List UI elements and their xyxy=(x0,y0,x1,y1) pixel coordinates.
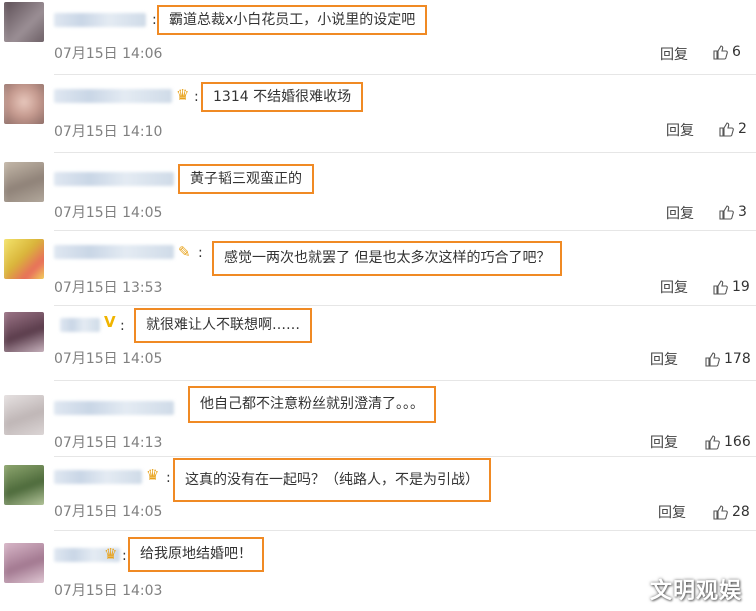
avatar[interactable] xyxy=(4,312,44,352)
reply-button[interactable]: 回复 xyxy=(660,277,688,297)
colon-separator: : xyxy=(120,318,125,334)
avatar[interactable] xyxy=(4,543,44,583)
thumbs-up-icon xyxy=(705,352,720,367)
comment-text: 就很难让人不联想啊…… xyxy=(134,308,312,343)
comment-text: 这真的没有在一起吗？（纯路人，不是为引战） xyxy=(173,458,491,502)
username-blurred[interactable] xyxy=(54,245,174,259)
avatar[interactable] xyxy=(4,395,44,435)
crown-badge-icon: ♛ xyxy=(104,545,118,563)
colon-separator: : xyxy=(194,89,199,105)
colon-separator: : xyxy=(166,470,171,486)
like-button[interactable]: 3 xyxy=(718,204,747,220)
username-blurred[interactable] xyxy=(54,470,142,484)
comment-text: 黄子韬三观蛮正的 xyxy=(178,164,314,194)
comment-timestamp: 07月15日 14:06 xyxy=(54,46,163,62)
comment-text: 他自己都不注意粉丝就别澄清了。。。 xyxy=(188,386,436,423)
username-blurred[interactable] xyxy=(54,13,146,27)
reply-button[interactable]: 回复 xyxy=(650,432,678,452)
thumbs-up-icon xyxy=(713,45,728,60)
username-blurred[interactable] xyxy=(54,401,174,415)
divider xyxy=(54,305,756,306)
like-count: 178 xyxy=(724,351,751,367)
divider xyxy=(54,456,756,457)
comment-text: 感觉一两次也就罢了 但是也太多次这样的巧合了吧？ xyxy=(212,241,563,276)
thumbs-up-icon xyxy=(719,205,734,220)
divider xyxy=(54,380,756,381)
thumbs-up-icon xyxy=(705,435,720,450)
divider xyxy=(54,152,756,153)
divider xyxy=(54,74,756,75)
like-button[interactable]: 2 xyxy=(718,121,747,137)
like-count: 2 xyxy=(738,121,747,137)
comment-text: 1314 不结婚很难收场 xyxy=(201,82,364,112)
like-button[interactable]: 19 xyxy=(712,279,750,295)
like-count: 19 xyxy=(732,279,750,295)
thumbs-up-icon xyxy=(713,505,728,520)
reply-button[interactable]: 回复 xyxy=(658,502,686,522)
comment-timestamp: 07月15日 14:05 xyxy=(54,504,163,520)
thumbs-up-icon xyxy=(719,122,734,137)
reply-button[interactable]: 回复 xyxy=(660,44,688,64)
verified-v-icon: V xyxy=(104,313,116,331)
username-blurred[interactable] xyxy=(54,89,172,103)
like-count: 3 xyxy=(738,204,747,220)
avatar[interactable] xyxy=(4,239,44,279)
comment-timestamp: 07月15日 14:05 xyxy=(54,351,163,367)
colon-separator: : xyxy=(152,12,157,28)
comment-timestamp: 07月15日 14:13 xyxy=(54,435,163,451)
comment-timestamp: 07月15日 14:05 xyxy=(54,205,163,221)
like-button[interactable]: 28 xyxy=(712,504,750,520)
like-button[interactable]: 178 xyxy=(704,351,751,367)
reply-button[interactable]: 回复 xyxy=(666,120,694,140)
avatar[interactable] xyxy=(4,465,44,505)
username-blurred[interactable] xyxy=(54,172,174,186)
username-blurred[interactable] xyxy=(60,318,100,332)
avatar[interactable] xyxy=(4,84,44,124)
like-button[interactable]: 6 xyxy=(712,44,741,60)
reply-button[interactable]: 回复 xyxy=(650,349,678,369)
like-button[interactable]: 166 xyxy=(704,434,751,450)
like-count: 166 xyxy=(724,434,751,450)
crown-badge-icon: ♛ xyxy=(176,86,190,104)
like-count: 28 xyxy=(732,504,750,520)
divider xyxy=(54,230,756,231)
colon-separator: : xyxy=(198,245,203,261)
watermark-text: 文明观娱 xyxy=(649,579,742,604)
comment-text: 给我原地结婚吧！ xyxy=(128,537,264,572)
avatar[interactable] xyxy=(4,2,44,42)
colon-separator: : xyxy=(122,548,127,564)
reply-button[interactable]: 回复 xyxy=(666,203,694,223)
comment-timestamp: 07月15日 14:10 xyxy=(54,124,163,140)
avatar[interactable] xyxy=(4,162,44,202)
like-count: 6 xyxy=(732,44,741,60)
comment-timestamp: 07月15日 14:03 xyxy=(54,583,163,599)
comment-text: 霸道总裁x小白花员工，小说里的设定吧 xyxy=(157,5,428,35)
thumbs-up-icon xyxy=(713,280,728,295)
divider xyxy=(54,530,756,531)
vip-badge-icon: ✎ xyxy=(178,243,191,261)
comment-timestamp: 07月15日 13:53 xyxy=(54,280,163,296)
crown-badge-icon: ♛ xyxy=(146,466,160,484)
